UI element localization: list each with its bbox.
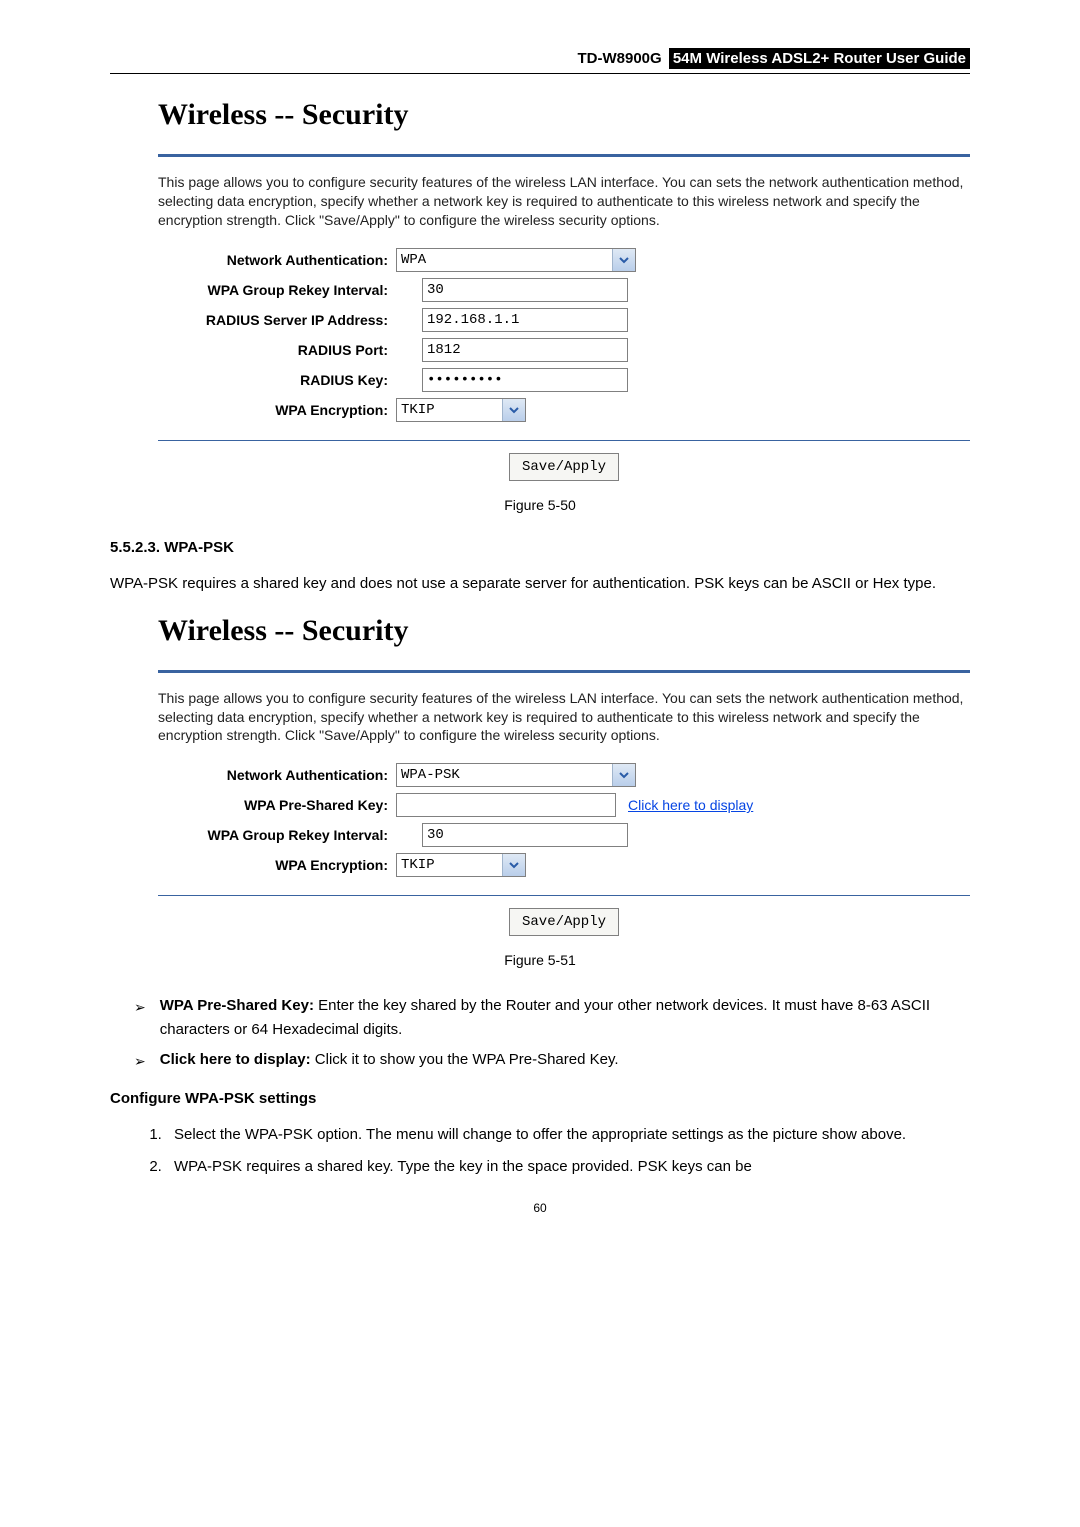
bullet-list: WPA Pre-Shared Key: Enter the key shared…	[110, 994, 970, 1072]
rekey-label: WPA Group Rekey Interval:	[158, 282, 396, 298]
wpa-enc-select[interactable]: TKIP	[396, 398, 526, 422]
rekey-value: 30	[427, 282, 444, 298]
save-apply-button[interactable]: Save/Apply	[509, 908, 619, 936]
rekey-label: WPA Group Rekey Interval:	[158, 827, 396, 843]
network-auth-value: WPA-PSK	[401, 767, 460, 783]
page-container: TD-W8900G 54M Wireless ADSL2+ Router Use…	[0, 0, 1080, 1527]
header-model: TD-W8900G	[577, 50, 661, 67]
chevron-down-icon	[502, 854, 525, 876]
step-item: WPA-PSK requires a shared key. Type the …	[166, 1155, 970, 1179]
network-auth-value: WPA	[401, 252, 426, 268]
wpa-enc-label: WPA Encryption:	[158, 857, 396, 873]
bullet-label: WPA Pre-Shared Key:	[160, 997, 318, 1014]
chevron-down-icon	[612, 249, 635, 271]
configure-heading: Configure WPA-PSK settings	[110, 1087, 970, 1111]
rekey-value: 30	[427, 827, 444, 843]
radius-key-input[interactable]: •••••••••	[422, 368, 628, 392]
chevron-down-icon	[612, 764, 635, 786]
network-auth-label: Network Authentication:	[158, 252, 396, 268]
radius-ip-label: RADIUS Server IP Address:	[158, 312, 396, 328]
bullet-label: Click here to display:	[160, 1051, 315, 1068]
radius-port-input[interactable]: 1812	[422, 338, 628, 362]
separator	[158, 440, 970, 441]
page-number: 60	[110, 1201, 970, 1215]
network-auth-select[interactable]: WPA	[396, 248, 636, 272]
figure-caption: Figure 5-51	[110, 952, 970, 968]
wpa-enc-value: TKIP	[401, 402, 435, 418]
panel-description: This page allows you to configure securi…	[158, 173, 970, 230]
radius-key-value: •••••••••	[427, 372, 503, 388]
wpa-enc-value: TKIP	[401, 857, 435, 873]
panel-description: This page allows you to configure securi…	[158, 689, 970, 746]
wireless-security-panel-2: Wireless -- Security This page allows yo…	[158, 614, 970, 937]
bullet-item: WPA Pre-Shared Key: Enter the key shared…	[110, 994, 970, 1042]
panel-title: Wireless -- Security	[158, 614, 970, 648]
wpa-enc-select[interactable]: TKIP	[396, 853, 526, 877]
header-subtitle: 54M Wireless ADSL2+ Router User Guide	[669, 48, 970, 69]
radius-ip-value: 192.168.1.1	[427, 312, 519, 328]
document-header: TD-W8900G 54M Wireless ADSL2+ Router Use…	[110, 50, 970, 74]
psk-input[interactable]	[396, 793, 616, 817]
save-apply-button[interactable]: Save/Apply	[509, 453, 619, 481]
separator	[158, 895, 970, 896]
radius-key-label: RADIUS Key:	[158, 372, 396, 388]
section-intro: WPA-PSK requires a shared key and does n…	[110, 572, 970, 596]
step-item: Select the WPA-PSK option. The menu will…	[166, 1123, 970, 1147]
click-to-display-link[interactable]: Click here to display	[628, 797, 753, 813]
bullet-text: Click it to show you the WPA Pre-Shared …	[315, 1051, 619, 1068]
numbered-steps: Select the WPA-PSK option. The menu will…	[166, 1123, 970, 1179]
separator	[158, 154, 970, 157]
radius-port-label: RADIUS Port:	[158, 342, 396, 358]
separator	[158, 670, 970, 673]
radius-ip-input[interactable]: 192.168.1.1	[422, 308, 628, 332]
chevron-down-icon	[502, 399, 525, 421]
network-auth-select[interactable]: WPA-PSK	[396, 763, 636, 787]
wpa-enc-label: WPA Encryption:	[158, 402, 396, 418]
bullet-item: Click here to display: Click it to show …	[110, 1048, 970, 1072]
rekey-input[interactable]: 30	[422, 823, 628, 847]
section-heading: 5.5.2.3. WPA-PSK	[110, 539, 970, 556]
rekey-input[interactable]: 30	[422, 278, 628, 302]
wireless-security-panel-1: Wireless -- Security This page allows yo…	[158, 98, 970, 481]
panel-title: Wireless -- Security	[158, 98, 970, 132]
figure-caption: Figure 5-50	[110, 497, 970, 513]
radius-port-value: 1812	[427, 342, 461, 358]
psk-label: WPA Pre-Shared Key:	[158, 797, 396, 813]
network-auth-label: Network Authentication:	[158, 767, 396, 783]
